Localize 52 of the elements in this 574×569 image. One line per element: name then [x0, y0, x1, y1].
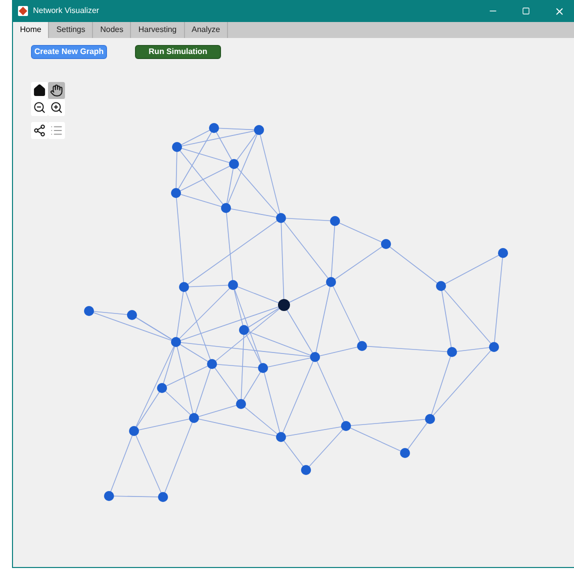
window-title: Network Visualizer: [33, 5, 100, 17]
graph-node: [172, 142, 182, 152]
data-tips-tool[interactable]: [31, 122, 48, 139]
graph-node: [127, 310, 137, 320]
zoom-in-tool[interactable]: [48, 99, 65, 116]
home-icon: [33, 84, 46, 97]
graph-node: [189, 413, 199, 423]
graph-node: [179, 282, 189, 292]
home-tool[interactable]: [31, 82, 48, 99]
data-tips-icon: [33, 124, 46, 137]
graph-node: [357, 341, 367, 351]
zoom-out-icon: [33, 101, 46, 114]
graph-node: [310, 352, 320, 362]
tab[interactable]: Home: [13, 22, 50, 38]
graph-node: [301, 465, 311, 475]
pan-tool[interactable]: [48, 82, 65, 99]
graph-node: [276, 432, 286, 442]
graph-node: [84, 306, 94, 316]
graph-node: [207, 359, 217, 369]
graph-node: [425, 414, 435, 424]
graph-node: [221, 203, 231, 213]
zoom-in-icon: [50, 101, 63, 114]
run-simulation-button[interactable]: Run Simulation: [135, 45, 221, 59]
pan-icon: [50, 84, 63, 97]
graph-node: [171, 337, 181, 347]
graph-node: [171, 188, 181, 198]
graph-node: [236, 399, 246, 409]
graph-node: [436, 281, 446, 291]
graph-node: [276, 213, 286, 223]
maximize-icon: [522, 7, 530, 15]
graph-node: [239, 325, 249, 335]
zoom-out-tool[interactable]: [31, 99, 48, 116]
app-icon: [18, 6, 28, 16]
graph-node: [209, 123, 219, 133]
graph-node: [341, 421, 351, 431]
graph-node: [258, 363, 268, 373]
graph-node: [129, 426, 139, 436]
graph-node: [326, 277, 336, 287]
graph-node: [498, 248, 508, 258]
graph-node: [489, 342, 499, 352]
graph-node: [157, 383, 167, 393]
graph-node: [228, 280, 238, 290]
graph-node: [447, 347, 457, 357]
graph-node: [104, 491, 114, 501]
graph-node: [254, 125, 264, 135]
graph-node: [158, 492, 168, 502]
graph-node: [381, 239, 391, 249]
graph-node: [229, 159, 239, 169]
close-icon: [554, 6, 564, 16]
graph-node: [330, 216, 340, 226]
graph-node: [400, 448, 410, 458]
graph-node: [278, 299, 290, 311]
